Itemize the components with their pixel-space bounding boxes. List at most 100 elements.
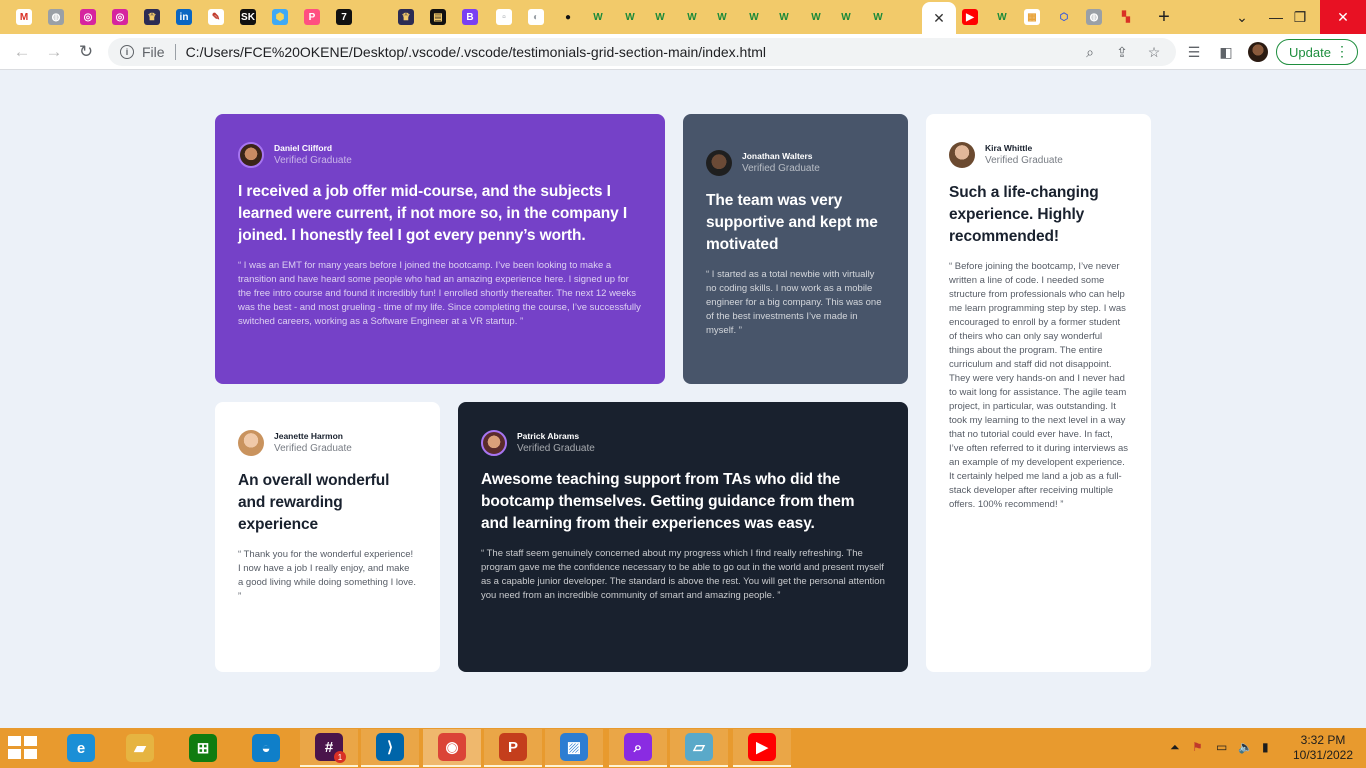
active-tab-close-icon[interactable]: ✕ bbox=[922, 2, 956, 34]
back-arrow-icon[interactable]: ← bbox=[10, 40, 34, 64]
testimonial-headline: Such a life-changing experience. Highly … bbox=[949, 184, 1099, 245]
browser-tab[interactable]: W bbox=[742, 5, 766, 29]
browser-tab[interactable]: W bbox=[990, 5, 1014, 29]
taskbar-app[interactable]: ▱ bbox=[670, 729, 728, 767]
browser-tab[interactable]: W bbox=[680, 5, 704, 29]
instagram-icon: ◎ bbox=[112, 9, 128, 25]
browser-tab[interactable]: ▫ bbox=[492, 5, 516, 29]
browser-tab[interactable]: SK bbox=[236, 5, 260, 29]
side-panel-icon[interactable]: ◧ bbox=[1216, 42, 1236, 62]
windows-start-icon[interactable] bbox=[8, 736, 38, 760]
taskbar-app[interactable]: ▶ bbox=[733, 729, 791, 767]
browser-tab[interactable]: ⬡ bbox=[1052, 5, 1076, 29]
browser-tab[interactable]: M bbox=[12, 5, 36, 29]
browser-tab[interactable]: W bbox=[586, 5, 610, 29]
store-icon: ⊞ bbox=[189, 734, 217, 762]
browser-tab[interactable]: in bbox=[172, 5, 196, 29]
browser-tab[interactable]: ▤ bbox=[426, 5, 450, 29]
github-icon: ● bbox=[560, 9, 576, 25]
sketch-icon: ✎ bbox=[208, 9, 224, 25]
taskbar-app[interactable]: ◒ bbox=[237, 729, 295, 767]
url-text[interactable]: C:/Users/FCE%20OKENE/Desktop/.vscode/.vs… bbox=[186, 44, 766, 60]
browser-tab[interactable]: ♛ bbox=[394, 5, 418, 29]
testimonial-headline: An overall wonderful and rewarding exper… bbox=[238, 472, 390, 533]
system-clock[interactable]: 3:32 PM 10/31/2022 bbox=[1288, 733, 1358, 763]
profile-avatar[interactable] bbox=[1248, 42, 1268, 62]
browser-tab[interactable]: P bbox=[300, 5, 324, 29]
browser-tab[interactable]: 7 bbox=[332, 5, 356, 29]
w-icon: W bbox=[746, 9, 762, 25]
taskbar-app[interactable]: ⌕ bbox=[609, 729, 667, 767]
browser-tab[interactable]: ♛ bbox=[140, 5, 164, 29]
w-icon: W bbox=[994, 9, 1010, 25]
restore-icon[interactable]: ❐ bbox=[1282, 0, 1318, 34]
edge-icon: ◒ bbox=[252, 734, 280, 762]
taskbar: ⏶ ⚑ ▭ 🔈 ▮ 3:32 PM 10/31/2022 e ▰ ⊞ ◒ #1 ⟩ ◉ P ▨ ⌕… bbox=[0, 728, 1366, 768]
author-name: Jonathan Walters bbox=[742, 151, 813, 161]
new-tab-plus-icon[interactable]: + bbox=[1152, 4, 1176, 30]
reading-list-icon[interactable]: ☰ bbox=[1184, 42, 1204, 62]
taskbar-app[interactable]: P bbox=[484, 729, 542, 767]
browser-tab[interactable]: W bbox=[618, 5, 642, 29]
globe-icon: ◍ bbox=[1086, 9, 1102, 25]
clock-time: 3:32 PM bbox=[1300, 733, 1346, 747]
taskbar-app[interactable]: ▨ bbox=[545, 729, 603, 767]
network-icon[interactable]: ▮ bbox=[1262, 740, 1269, 754]
browser-tab[interactable]: ▚ bbox=[1114, 5, 1138, 29]
window-close-icon[interactable]: ✕ bbox=[1320, 0, 1366, 34]
browser-tab[interactable]: B bbox=[458, 5, 482, 29]
browser-tab[interactable]: ◐ bbox=[524, 5, 548, 29]
browser-tab[interactable]: W bbox=[834, 5, 858, 29]
menu-dots-icon[interactable]: ⋮ bbox=[1335, 43, 1349, 60]
address-bar[interactable]: i File C:/Users/FCE%20OKENE/Desktop/.vsc… bbox=[108, 38, 1176, 66]
author-role: Verified Graduate bbox=[985, 155, 1063, 166]
browser-tab[interactable]: W bbox=[804, 5, 828, 29]
browser-tab[interactable]: ◎ bbox=[76, 5, 100, 29]
taskbar-app[interactable]: ⊞ bbox=[174, 729, 232, 767]
w-icon: W bbox=[776, 9, 792, 25]
reload-icon[interactable]: ↻ bbox=[74, 40, 98, 64]
taskbar-app[interactable]: ▰ bbox=[111, 729, 169, 767]
battery-icon[interactable]: ▭ bbox=[1216, 740, 1227, 754]
instagram-icon: ◎ bbox=[80, 9, 96, 25]
sheet-icon: ▦ bbox=[1024, 9, 1040, 25]
info-icon[interactable]: i bbox=[120, 45, 134, 59]
taskbar-app[interactable]: #1 bbox=[300, 729, 358, 767]
zoom-icon[interactable]: ⌕ bbox=[1080, 42, 1100, 62]
browser-tab[interactable]: ▦ bbox=[1020, 5, 1044, 29]
browser-tab[interactable]: W bbox=[648, 5, 672, 29]
action-center-flag-icon[interactable]: ⚑ bbox=[1192, 740, 1203, 754]
browser-tab[interactable]: ◍ bbox=[1082, 5, 1106, 29]
taskbar-app[interactable]: ◉ bbox=[423, 729, 481, 767]
browser-tab[interactable]: W bbox=[772, 5, 796, 29]
tab-search-chevron-icon[interactable]: ⌄ bbox=[1230, 4, 1254, 30]
testimonial-quote: “ Thank you for the wonderful experience… bbox=[238, 549, 416, 602]
forward-arrow-icon[interactable]: → bbox=[42, 40, 66, 64]
volume-icon[interactable]: 🔈 bbox=[1238, 740, 1253, 754]
crown-icon: ♛ bbox=[144, 9, 160, 25]
browser-tab[interactable]: ▶ bbox=[958, 5, 982, 29]
browser-tab[interactable]: W bbox=[866, 5, 890, 29]
seven-icon: 7 bbox=[336, 9, 352, 25]
chat-icon: ▤ bbox=[430, 9, 446, 25]
author-role: Verified Graduate bbox=[742, 163, 820, 174]
update-button[interactable]: Update ⋮ bbox=[1276, 39, 1358, 65]
taskbar-app[interactable]: ⟩ bbox=[361, 729, 419, 767]
browser-tab[interactable]: ✎ bbox=[204, 5, 228, 29]
w-icon: W bbox=[590, 9, 606, 25]
testimonial-card-kira: Kira Whittle Verified Graduate Such a li… bbox=[926, 114, 1151, 672]
taskbar-app[interactable]: e bbox=[52, 729, 110, 767]
browser-tab[interactable]: W bbox=[710, 5, 734, 29]
share-icon[interactable]: ⇪ bbox=[1112, 42, 1132, 62]
show-hidden-icons-icon[interactable]: ⏶ bbox=[1170, 740, 1180, 755]
browser-tab[interactable]: ⬢ bbox=[268, 5, 292, 29]
browser-tab[interactable]: ◍ bbox=[44, 5, 68, 29]
author: Patrick Abrams Verified Graduate bbox=[481, 430, 885, 456]
w-icon: W bbox=[684, 9, 700, 25]
author: Jeanette Harmon Verified Graduate bbox=[238, 430, 417, 456]
browser-tab[interactable]: ◎ bbox=[108, 5, 132, 29]
browser-tab[interactable]: ● bbox=[556, 5, 580, 29]
photos-icon: ▨ bbox=[560, 733, 588, 761]
bookmark-star-icon[interactable]: ☆ bbox=[1144, 42, 1164, 62]
file-explorer-icon: ▰ bbox=[126, 734, 154, 762]
